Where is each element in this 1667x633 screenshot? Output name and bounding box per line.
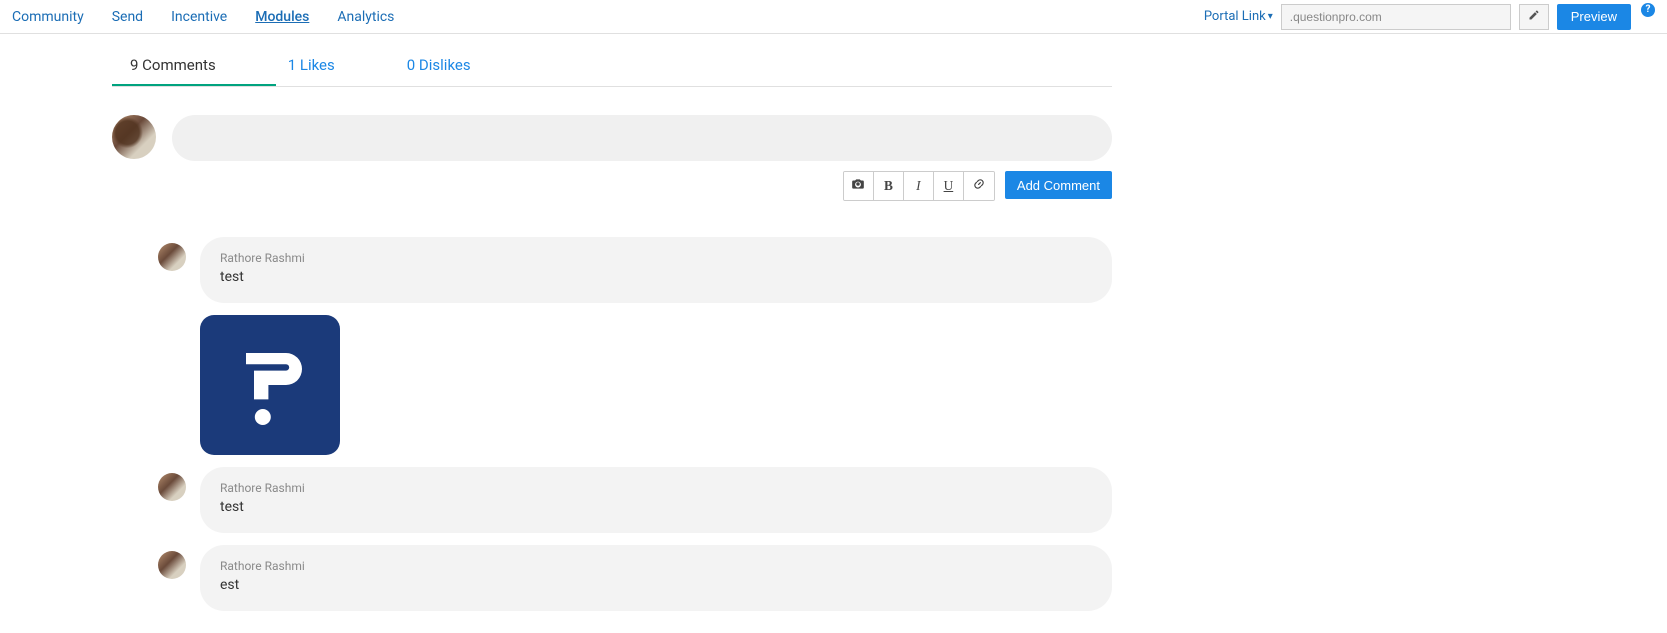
comments-count: 9: [130, 56, 138, 74]
nav-community[interactable]: Community: [12, 9, 84, 25]
comment-author: Rathore Rashmi: [220, 559, 1092, 573]
current-user-avatar: [112, 115, 156, 159]
comment-row: Rathore Rashmi test: [158, 467, 1112, 533]
camera-icon: [851, 177, 865, 195]
comment-author: Rathore Rashmi: [220, 251, 1092, 265]
likes-label: Likes: [300, 56, 335, 74]
portal-link-dropdown[interactable]: Portal Link ▾: [1204, 9, 1273, 24]
likes-count: 1: [288, 56, 296, 74]
comment-text: test: [220, 269, 1092, 285]
engagement-tabs: 9 Comments 1 Likes 0 Dislikes: [112, 46, 1112, 87]
nav-incentive[interactable]: Incentive: [171, 9, 227, 25]
nav-right: Portal Link ▾ Preview ?: [1204, 4, 1655, 30]
camera-button[interactable]: [844, 172, 874, 200]
portal-link-label: Portal Link: [1204, 9, 1266, 24]
dislikes-count: 0: [407, 56, 415, 74]
comment-avatar: [158, 243, 186, 271]
main-content: 9 Comments 1 Likes 0 Dislikes B I U: [112, 34, 1112, 611]
nav-left: Community Send Incentive Modules Analyti…: [12, 9, 394, 25]
nav-analytics[interactable]: Analytics: [337, 9, 394, 25]
bold-button[interactable]: B: [874, 172, 904, 200]
questionpro-logo-icon: [200, 315, 340, 455]
comment-list: Rathore Rashmi test Rathore Rashmi test: [112, 237, 1112, 611]
preview-button[interactable]: Preview: [1557, 4, 1631, 30]
format-button-group: B I U: [843, 171, 995, 201]
comment-text: est: [220, 577, 1092, 593]
link-icon: [972, 177, 986, 195]
comment-row: Rathore Rashmi test: [158, 237, 1112, 303]
caret-down-icon: ▾: [1268, 11, 1273, 22]
italic-button[interactable]: I: [904, 172, 934, 200]
comment-toolbar: B I U Add Comment: [112, 171, 1112, 201]
comment-body: Rathore Rashmi est: [200, 545, 1112, 611]
comment-text: test: [220, 499, 1092, 515]
comment-input[interactable]: [172, 115, 1112, 161]
link-button[interactable]: [964, 172, 994, 200]
pencil-icon: [1528, 9, 1540, 24]
nav-send[interactable]: Send: [112, 9, 143, 25]
underline-button[interactable]: U: [934, 172, 964, 200]
add-comment-button[interactable]: Add Comment: [1005, 171, 1112, 199]
comment-body: Rathore Rashmi test: [200, 467, 1112, 533]
help-icon[interactable]: ?: [1641, 3, 1655, 17]
comment-avatar: [158, 473, 186, 501]
comment-author: Rathore Rashmi: [220, 481, 1092, 495]
edit-portal-button[interactable]: [1519, 4, 1549, 30]
comment-row: Rathore Rashmi est: [158, 545, 1112, 611]
top-nav-bar: Community Send Incentive Modules Analyti…: [0, 0, 1667, 34]
tab-likes[interactable]: 1 Likes: [276, 46, 395, 86]
new-comment-row: [112, 115, 1112, 161]
tab-comments[interactable]: 9 Comments: [112, 46, 276, 86]
nav-modules[interactable]: Modules: [255, 9, 309, 25]
portal-url-input[interactable]: [1281, 4, 1511, 30]
comment-avatar: [158, 551, 186, 579]
tab-dislikes[interactable]: 0 Dislikes: [395, 46, 531, 86]
comment-body: Rathore Rashmi test: [200, 237, 1112, 303]
dislikes-label: Dislikes: [419, 56, 471, 74]
comments-label: Comments: [142, 56, 216, 74]
comment-attachment: [200, 315, 1112, 455]
